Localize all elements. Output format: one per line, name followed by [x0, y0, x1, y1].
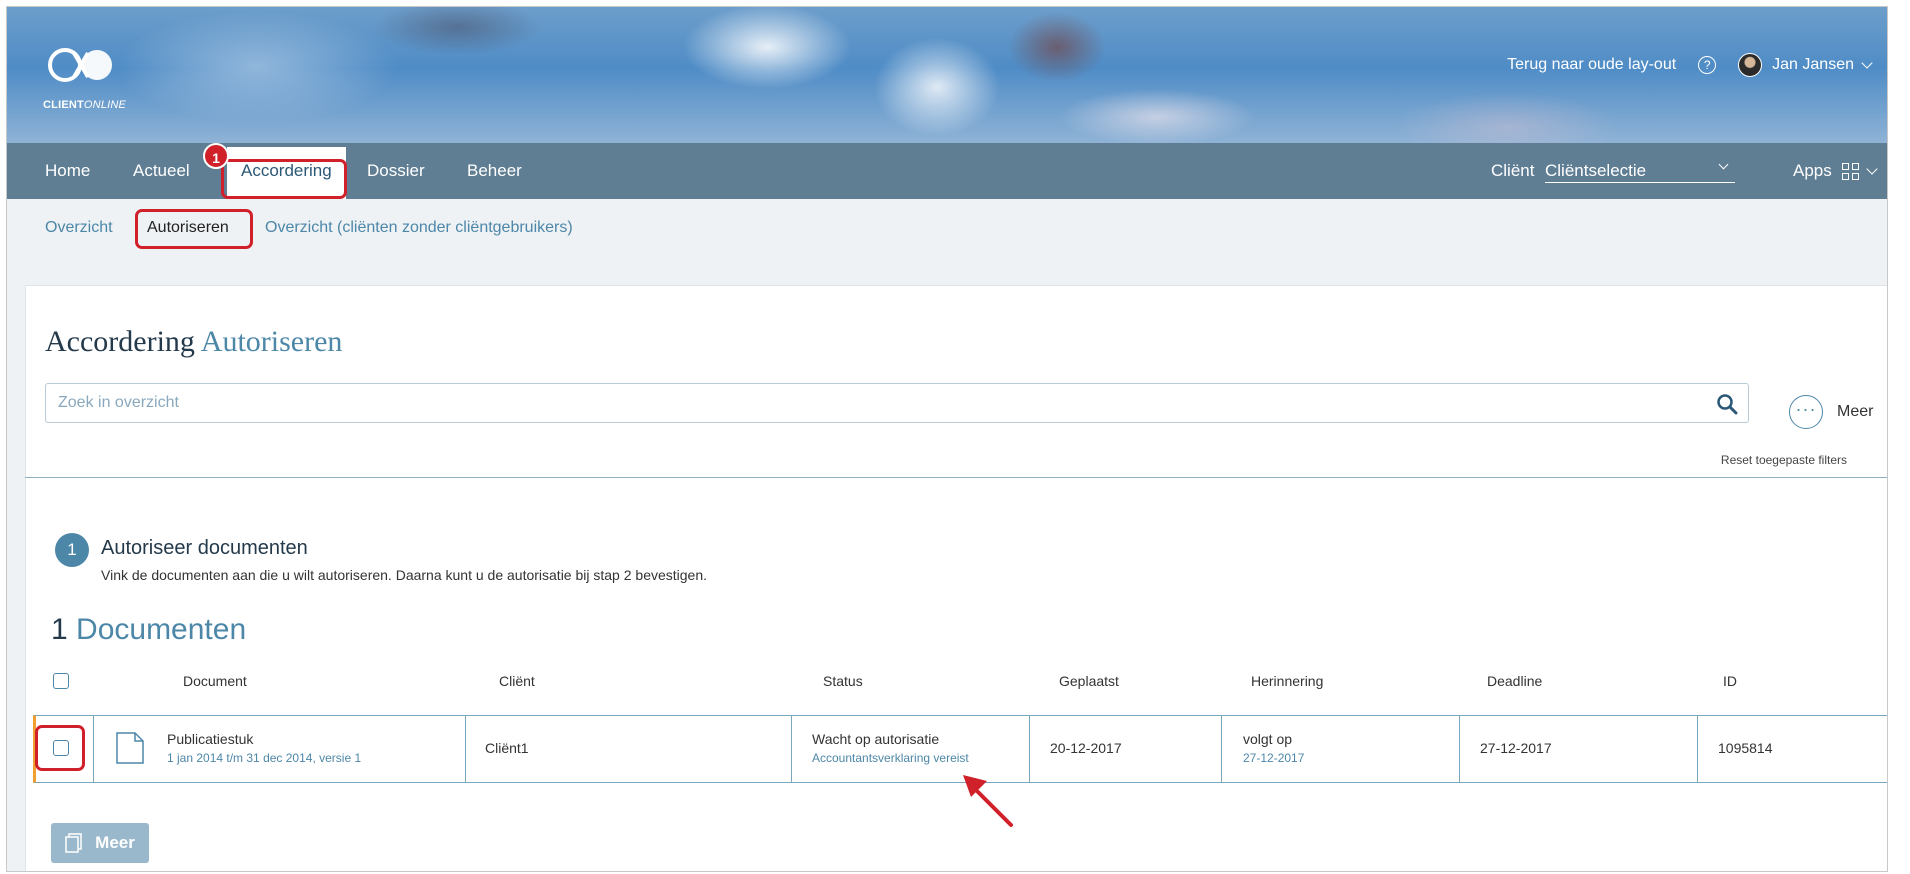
col-header-deadline[interactable]: Deadline [1487, 673, 1542, 689]
reminder-date: 27-12-2017 [1243, 751, 1305, 765]
apps-label: Apps [1793, 161, 1832, 180]
documents-heading: 1 Documenten [51, 613, 247, 646]
nav-actueel[interactable]: Actueel [133, 143, 190, 199]
reminder-text: volgt op [1243, 731, 1293, 747]
highlight-row-checkbox [35, 725, 85, 771]
cell-divider [1221, 715, 1222, 783]
client-select-value: Cliëntselectie [1545, 161, 1647, 180]
client-label: Cliënt [1491, 161, 1535, 180]
nav-dossier[interactable]: Dossier [367, 143, 425, 199]
col-header-status[interactable]: Status [823, 673, 863, 689]
document-icon [116, 732, 144, 764]
grid-icon [1841, 162, 1859, 180]
more-label: Meer [1837, 403, 1874, 420]
search-input[interactable] [58, 384, 1678, 422]
document-period: 1 jan 2014 t/m 31 dec 2014, versie 1 [167, 751, 362, 765]
documents-icon [65, 833, 82, 853]
logo-text: CLIENTONLINE [43, 99, 127, 111]
deadline-date: 27-12-2017 [1480, 740, 1552, 756]
document-name[interactable]: Publicatiestuk [167, 731, 253, 747]
more-options-button[interactable]: ··· Meer [1789, 395, 1873, 429]
bulk-more-label: Meer [95, 833, 135, 852]
step-title: Autoriseer documenten [101, 537, 308, 559]
status-subtext: Accountantsverklaring vereist [812, 751, 969, 765]
step-number: 1 [55, 533, 89, 567]
header-actions: Terug naar oude lay-out ? Jan Jansen [1507, 53, 1873, 77]
step-description: Vink de documenten aan die u wilt autori… [101, 567, 708, 583]
page-title: Accordering Autoriseren [45, 325, 343, 358]
cell-divider [465, 715, 466, 783]
chevron-down-icon [1866, 163, 1878, 175]
avatar[interactable] [1738, 53, 1763, 77]
col-header-geplaatst[interactable]: Geplaatst [1059, 673, 1119, 689]
cell-divider [93, 715, 94, 783]
cell-divider [1459, 715, 1460, 783]
client-name: Cliënt1 [485, 740, 529, 756]
col-header-herinnering[interactable]: Herinnering [1251, 673, 1323, 689]
annotation-arrow-icon [963, 775, 1013, 827]
highlight-autoriseren [135, 209, 253, 249]
apps-menu[interactable]: Apps [1793, 143, 1878, 199]
help-icon[interactable]: ? [1698, 56, 1717, 74]
nav-beheer[interactable]: Beheer [467, 143, 522, 199]
cell-divider [791, 715, 792, 783]
nav-home[interactable]: Home [45, 143, 90, 199]
cell-divider [1029, 715, 1030, 783]
divider [25, 477, 1887, 478]
user-name[interactable]: Jan Jansen [1772, 56, 1854, 74]
document-id: 1095814 [1718, 740, 1773, 756]
bulk-more-button[interactable]: Meer [51, 823, 149, 863]
header-banner: CLIENTONLINE Terug naar oude lay-out ? J… [7, 7, 1887, 143]
select-all-checkbox[interactable] [53, 673, 69, 689]
step-badge: 1 [203, 143, 229, 169]
chevron-down-icon[interactable] [1861, 57, 1873, 69]
cell-divider [1697, 715, 1698, 783]
search-box [45, 383, 1749, 423]
client-select[interactable]: Cliëntselectie [1545, 159, 1735, 183]
subnav-overzicht[interactable]: Overzicht [45, 219, 113, 237]
chevron-down-icon [1718, 159, 1729, 170]
highlight-accordering [221, 159, 347, 199]
more-icon: ··· [1789, 395, 1823, 429]
subnav-overzicht-zonder-gebruikers[interactable]: Overzicht (cliënten zonder cliëntgebruik… [265, 219, 573, 237]
col-header-id[interactable]: ID [1723, 673, 1737, 689]
status-text: Wacht op autorisatie [812, 731, 940, 747]
placed-date: 20-12-2017 [1050, 740, 1122, 756]
search-icon[interactable] [1716, 393, 1738, 415]
reset-filters-link[interactable]: Reset toegepaste filters [1721, 453, 1847, 467]
old-layout-link[interactable]: Terug naar oude lay-out [1507, 56, 1676, 74]
app-window: CLIENTONLINE Terug naar oude lay-out ? J… [6, 6, 1888, 872]
col-header-client[interactable]: Cliënt [499, 673, 535, 689]
col-header-document[interactable]: Document [183, 673, 247, 689]
